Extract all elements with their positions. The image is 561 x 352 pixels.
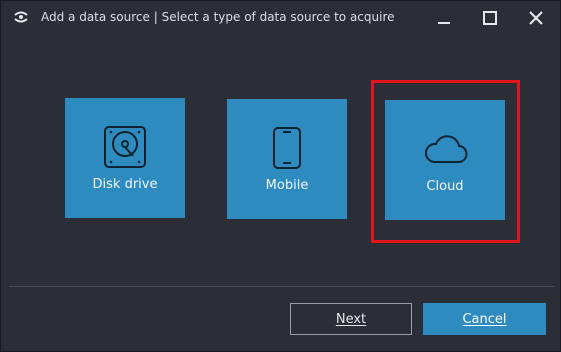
window-title: Add a data source | Select a type of dat… xyxy=(41,10,395,24)
maximize-button[interactable] xyxy=(475,5,505,31)
source-tile-label: Disk drive xyxy=(92,177,158,192)
source-tile-label: Mobile xyxy=(265,178,309,193)
mobile-phone-icon xyxy=(273,127,301,169)
app-logo-icon xyxy=(14,11,28,23)
title-bar: Add a data source | Select a type of dat… xyxy=(1,1,560,35)
source-tile-cloud[interactable]: Cloud xyxy=(385,100,505,220)
maximize-icon xyxy=(483,11,497,25)
close-icon xyxy=(529,11,543,25)
add-data-source-dialog: Add a data source | Select a type of dat… xyxy=(0,0,561,352)
cancel-button[interactable]: Cancel xyxy=(423,303,546,335)
next-button-label: Next xyxy=(335,311,367,327)
source-tile-disk-drive[interactable]: Disk drive xyxy=(65,98,185,218)
close-button[interactable] xyxy=(521,5,551,31)
hard-disk-icon xyxy=(104,126,146,168)
minimize-icon xyxy=(438,22,450,24)
next-button[interactable]: Next xyxy=(290,303,412,335)
source-tile-mobile[interactable]: Mobile xyxy=(227,99,347,219)
source-tile-label: Cloud xyxy=(426,179,464,194)
cancel-button-label: Cancel xyxy=(462,311,507,327)
minimize-button[interactable] xyxy=(429,5,459,31)
cloud-icon xyxy=(425,135,468,163)
footer-divider xyxy=(9,286,554,287)
